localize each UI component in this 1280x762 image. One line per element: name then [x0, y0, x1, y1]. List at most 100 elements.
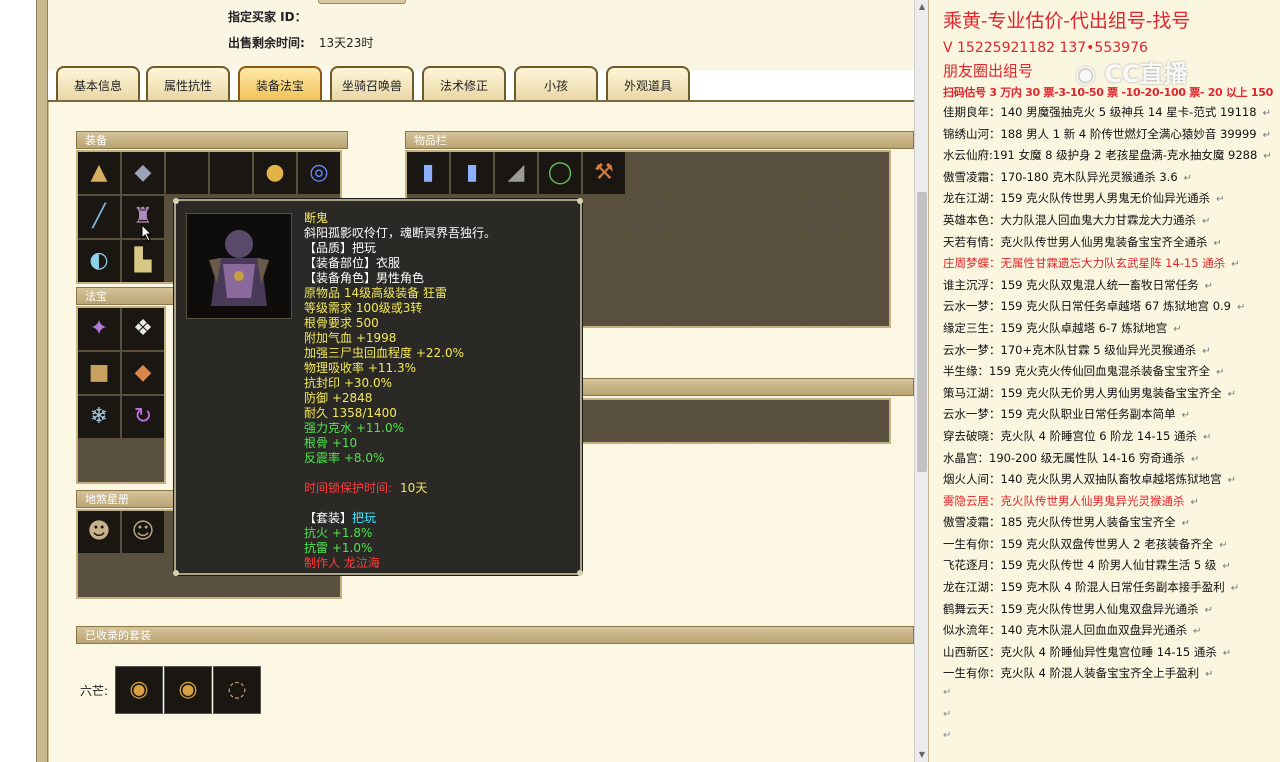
- scroll-up-icon[interactable]: ▲: [917, 2, 927, 12]
- set-bracelet-slot[interactable]: ◌: [213, 666, 261, 714]
- necklace-icon: ◎: [309, 160, 329, 185]
- tab-equipment[interactable]: 装备法宝: [238, 66, 322, 100]
- item-attribute-line: 加强三尸虫回血程度 +22.0%: [304, 346, 464, 360]
- inventory-slot: [671, 400, 713, 442]
- inventory-slot[interactable]: ▮: [407, 152, 449, 194]
- listing-text: 一生有你：159 克火队双盘传世男人 2 老孩装备齐全: [943, 536, 1214, 551]
- equipment-slot[interactable]: ◎: [298, 152, 340, 194]
- paragraph-mark-icon: ↵: [1205, 669, 1214, 681]
- account-listing: 谁主沉浮：159 克火队双鬼混人统一畜牧日常任务 ↵: [943, 277, 1279, 299]
- star-map-slot[interactable]: ☻: [78, 511, 120, 553]
- item-portrait: [186, 213, 292, 319]
- inventory-slot: [803, 240, 845, 282]
- item-attribute-line: 防御 +2848: [304, 391, 373, 405]
- paragraph-mark-icon: ↵: [943, 730, 952, 742]
- tooltip-corner: [173, 198, 179, 204]
- inventory-slot: [847, 152, 889, 194]
- axe-icon: ⚒: [594, 160, 614, 185]
- inventory-slot: [847, 284, 889, 326]
- scroll-down-icon[interactable]: ▼: [917, 750, 927, 760]
- inventory-slot: [759, 152, 801, 194]
- account-listing: 锦绣山河：188 男人 1 新 4 阶传世燃灯全满心猿妙音 39999 ↵: [943, 126, 1279, 148]
- paragraph-mark-icon: ↵: [1216, 194, 1225, 206]
- listing-text: 似水流年：140 克木队混人回血血双盘异光通杀: [943, 623, 1188, 638]
- star-map-slot[interactable]: ☺: [122, 511, 164, 553]
- account-listing: 天若有情：克火队传世男人仙男鬼装备宝宝齐全通杀 ↵: [943, 234, 1279, 256]
- ring-icon: ◉: [178, 677, 198, 702]
- equipment-slot[interactable]: ◆: [122, 152, 164, 194]
- paragraph-mark-icon: ↵: [1227, 388, 1236, 400]
- treasure-item-icon: ✦: [89, 316, 109, 341]
- tab-attributes[interactable]: 属性抗性: [146, 66, 230, 100]
- treasure-slot: [122, 440, 164, 482]
- account-listing: 傲雪凌霜：185 克火队传世男人装备宝宝齐全 ↵: [943, 514, 1279, 536]
- treasure-item-icon: ■: [88, 360, 110, 385]
- ring-icon: ◐: [89, 248, 109, 273]
- equipment-slot[interactable]: ▲: [78, 152, 120, 194]
- equipment-slot[interactable]: ▙: [122, 240, 164, 282]
- account-listing: 水晶宫：190-200 级无属性队 14-16 穷奇通杀 ↵: [943, 450, 1279, 472]
- listing-text: 策马江湖：159 克火队无价男人男仙男鬼装备宝宝齐全: [943, 385, 1222, 400]
- treasure-slot[interactable]: ↻: [122, 396, 164, 438]
- account-listing: 云水一梦：159 克火队职业日常任务副本简单 ↵: [943, 406, 1279, 428]
- set-ring-slot[interactable]: ◉: [115, 666, 163, 714]
- buyer-id-row: 指定买家 ID：: [228, 8, 307, 25]
- paragraph-mark-icon: ↵: [943, 708, 952, 720]
- tab-spell-mods[interactable]: 法术修正: [422, 66, 506, 100]
- account-listing: 飞花逐月：159 克火队传世 4 阶男人仙甘霖生活 5 级 ↵: [943, 557, 1279, 579]
- paragraph-mark-icon: ↵: [1230, 583, 1240, 595]
- buy-button-edge[interactable]: [318, 0, 406, 4]
- treasure-slot[interactable]: ■: [78, 352, 120, 394]
- treasure-slot[interactable]: ❄: [78, 396, 120, 438]
- set-ring-slot[interactable]: ◉: [164, 666, 212, 714]
- set-attribute-line: 抗火 +1.8%: [304, 526, 373, 540]
- paragraph-mark-icon: ↵: [1213, 237, 1222, 249]
- inventory-slot[interactable]: ⚒: [583, 152, 625, 194]
- listing-text: 佳期良年：140 男魔强抽克火 5 级神兵 14 星卡-范式 19118: [943, 105, 1257, 119]
- equipment-title: 装备: [76, 131, 348, 149]
- inventory-slot: [803, 400, 845, 442]
- inventory-slot[interactable]: ▮: [451, 152, 493, 194]
- paragraph-mark-icon: ↵: [1216, 367, 1225, 379]
- paragraph-mark-icon: ↵: [1204, 604, 1213, 616]
- paragraph-mark-icon: ↵: [1202, 431, 1212, 443]
- equipment-slot: [166, 152, 208, 194]
- account-listing: 穿去破晓：克火队 4 阶睡宫位 6 阶龙 14-15 通杀 ↵: [943, 428, 1279, 450]
- treasure-slot: [78, 440, 120, 482]
- item-name: 断鬼: [304, 211, 329, 225]
- treasure-slot[interactable]: ◆: [122, 352, 164, 394]
- gauntlet-icon: ◢: [507, 160, 525, 185]
- treasure-slot[interactable]: ✦: [78, 308, 120, 350]
- paragraph-mark-icon: ↵: [1202, 215, 1211, 227]
- treasure-slot[interactable]: ❖: [122, 308, 164, 350]
- tab-basic-info[interactable]: 基本信息: [56, 66, 140, 100]
- maker-line: 制作人 龙泣海: [304, 556, 380, 570]
- account-list: 佳期良年：140 男魔强抽克火 5 级神兵 14 星卡-范式 19118 ↵ 锦绣山…: [943, 104, 1279, 752]
- paragraph-mark-icon: ↵: [1263, 151, 1272, 163]
- listing-text: 烟火人间：140 克火队男人双抽队畜牧卓越塔炼狱地宫: [943, 472, 1222, 487]
- inventory-slot[interactable]: ◢: [495, 152, 537, 194]
- inventory-slot: [671, 284, 713, 326]
- scrollbar-thumb[interactable]: [917, 192, 927, 472]
- equipment-slot[interactable]: ╱: [78, 196, 120, 238]
- inventory-slot: [759, 240, 801, 282]
- inventory-slot: [627, 240, 669, 282]
- listing-text: 穿去破晓：克火队 4 阶睡宫位 6 阶龙 14-15 通杀: [943, 428, 1197, 443]
- tab-children[interactable]: 小孩: [514, 66, 598, 100]
- helmet-icon: ◆: [134, 160, 152, 185]
- vertical-scrollbar[interactable]: ▲ ▼: [914, 0, 929, 762]
- inventory-slot[interactable]: ◯: [539, 152, 581, 194]
- listing-text: 水晶宫：190-200 级无属性队 14-16 穷奇通杀: [943, 450, 1185, 465]
- listing-text: 云水一梦：159 克火队日常任务卓越塔 67 炼狱地宫 0.9: [943, 299, 1231, 314]
- equipment-slot[interactable]: ◐: [78, 240, 120, 282]
- paragraph-mark-icon: ↵: [1204, 280, 1213, 292]
- star-card-icon: ☺: [131, 519, 155, 544]
- equipment-slot[interactable]: ●: [254, 152, 296, 194]
- listing-text: 半生缘：159 克火克火传仙回血鬼混杀装备宝宝齐全: [943, 364, 1211, 379]
- tab-mounts-pets[interactable]: 坐骑召唤兽: [330, 66, 414, 100]
- frame-rail: [36, 0, 48, 762]
- treasure-item-icon: ◆: [134, 360, 152, 385]
- tab-appearance[interactable]: 外观道具: [606, 66, 690, 100]
- set-row: 【套装】把玩: [304, 511, 496, 526]
